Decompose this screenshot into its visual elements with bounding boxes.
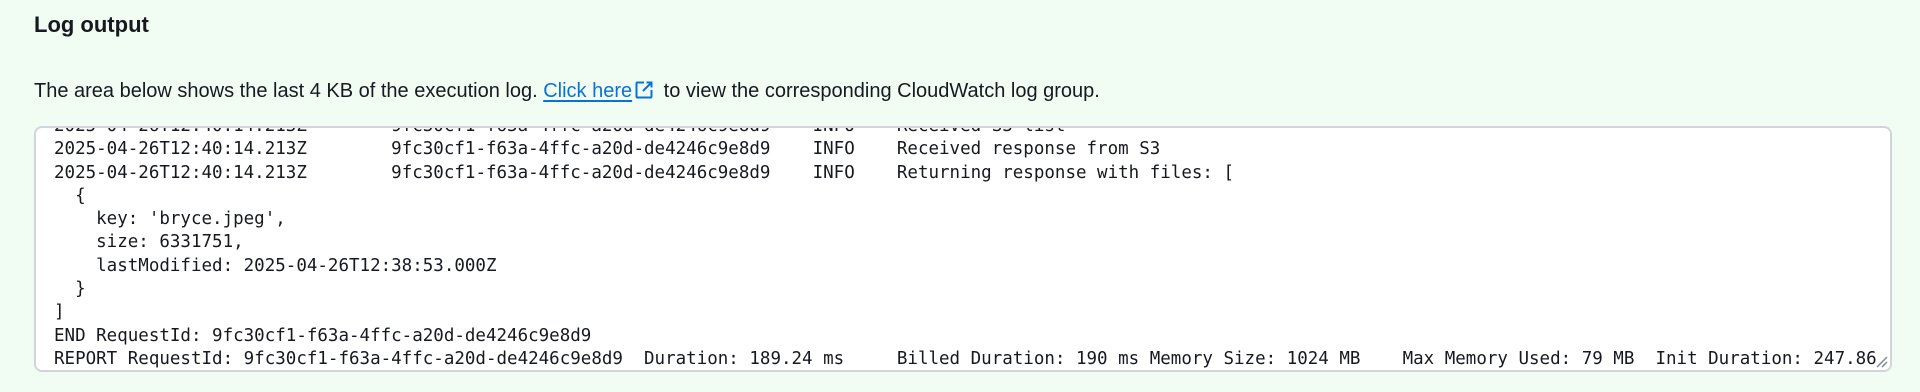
log-line: key: 'bryce.jpeg', [54, 209, 286, 230]
cloudwatch-link[interactable]: Click here [543, 80, 658, 102]
log-line: { [54, 185, 86, 206]
resize-handle-icon[interactable] [1874, 354, 1888, 368]
cloudwatch-link-label: Click here [543, 80, 633, 102]
log-line: 2025-04-26T12:40:14.213Z 9fc30cf1-f63a-4… [54, 139, 1161, 160]
log-content: 2025-04-26T12:40:14.213Z 9fc30cf1-f63a-4… [36, 126, 1890, 372]
description-text-before: The area below shows the last 4 KB of th… [34, 80, 544, 102]
log-line: 2025-04-26T12:40:14.213Z 9fc30cf1-f63a-4… [54, 126, 1066, 136]
log-line: ms [54, 371, 1890, 372]
external-link-icon [635, 81, 653, 99]
execution-log-textarea[interactable]: 2025-04-26T12:40:14.213Z 9fc30cf1-f63a-4… [34, 126, 1892, 372]
log-line: lastModified: 2025-04-26T12:38:53.000Z [54, 255, 497, 276]
log-description: The area below shows the last 4 KB of th… [34, 78, 1886, 104]
log-line: 2025-04-26T12:40:14.213Z 9fc30cf1-f63a-4… [54, 162, 1235, 183]
log-line: END RequestId: 9fc30cf1-f63a-4ffc-a20d-d… [54, 325, 592, 346]
log-line: REPORT RequestId: 9fc30cf1-f63a-4ffc-a20… [54, 348, 1877, 369]
description-text-after: to view the corresponding CloudWatch log… [658, 80, 1100, 102]
log-line: size: 6331751, [54, 232, 244, 253]
log-line: } [54, 279, 86, 300]
section-title: Log output [34, 12, 149, 37]
log-line: ] [54, 302, 65, 323]
